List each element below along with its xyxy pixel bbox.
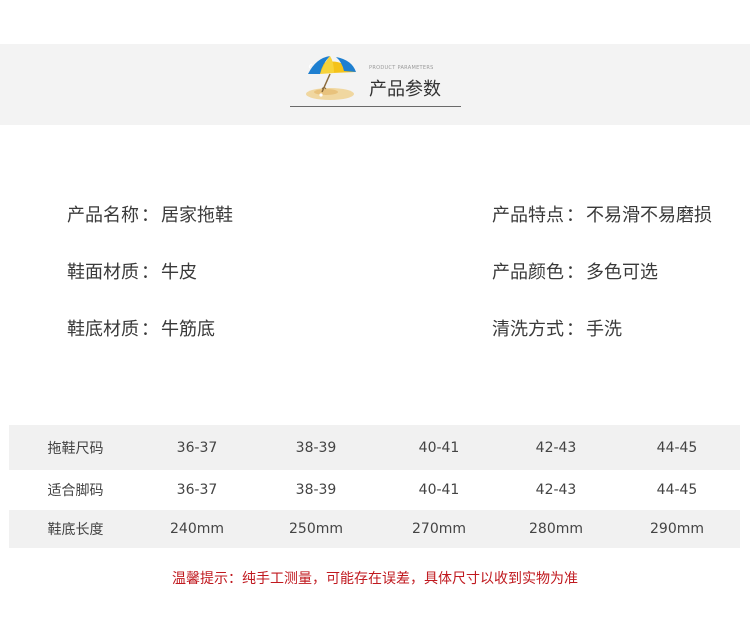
param-label: 鞋底材质	[67, 319, 139, 340]
param-label: 产品颜色	[492, 262, 564, 283]
table-cell: 36-37	[142, 425, 252, 470]
table-cell: 42-43	[498, 425, 614, 470]
param-separator: ：	[141, 205, 159, 226]
measurement-note: 温馨提示：纯手工测量，可能存在误差，具体尺寸以收到实物为准	[172, 571, 578, 587]
table-cell: 40-41	[380, 425, 498, 470]
param-separator: ：	[566, 262, 584, 283]
table-cell: 44-45	[614, 425, 740, 470]
row-header: 拖鞋尺码	[9, 425, 142, 470]
size-table: 拖鞋尺码 36-37 38-39 40-41 42-43 44-45 适合脚码 …	[9, 425, 740, 548]
param-product-name: 产品名称：居家拖鞋	[67, 201, 233, 227]
table-cell: 270mm	[380, 510, 498, 548]
param-color: 产品颜色：多色可选	[492, 258, 658, 284]
param-features: 产品特点：不易滑不易磨损	[492, 201, 712, 227]
param-upper-material: 鞋面材质：牛皮	[67, 258, 197, 284]
table-cell: 40-41	[418, 482, 460, 498]
row-header: 适合脚码	[47, 483, 104, 499]
table-cell: 38-39	[252, 425, 380, 470]
header-subtitle: PRODUCT PARAMETERS	[369, 65, 434, 71]
table-row: 拖鞋尺码 36-37 38-39 40-41 42-43 44-45	[9, 425, 740, 470]
table-row: 适合脚码 36-37 38-39 40-41 42-43 44-45	[9, 470, 740, 510]
row-header: 鞋底长度	[9, 510, 142, 548]
param-separator: ：	[141, 262, 159, 283]
beach-umbrella-icon	[306, 56, 356, 100]
table-cell: 290mm	[614, 510, 740, 548]
param-value: 不易滑不易磨损	[586, 205, 712, 226]
table-cell: 250mm	[252, 510, 380, 548]
param-washing: 清洗方式：手洗	[492, 315, 622, 341]
param-label: 产品名称	[67, 205, 139, 226]
table-cell: 36-37	[176, 482, 218, 498]
title-underline	[290, 106, 461, 107]
table-cell: 280mm	[498, 510, 614, 548]
param-separator: ：	[566, 319, 584, 340]
param-label: 鞋面材质	[67, 262, 139, 283]
param-value: 居家拖鞋	[161, 205, 233, 226]
param-value: 多色可选	[586, 262, 658, 283]
param-separator: ：	[566, 205, 584, 226]
table-cell: 240mm	[142, 510, 252, 548]
param-separator: ：	[141, 319, 159, 340]
table-cell: 38-39	[295, 482, 337, 498]
table-cell: 44-45	[656, 482, 698, 498]
table-cell: 42-43	[535, 482, 577, 498]
param-value: 牛皮	[161, 262, 197, 283]
param-label: 产品特点	[492, 205, 564, 226]
param-value: 牛筋底	[161, 319, 215, 340]
page-title: 产品参数	[369, 79, 441, 100]
header-band: PRODUCT PARAMETERS 产品参数	[0, 44, 750, 125]
param-value: 手洗	[586, 319, 622, 340]
param-sole-material: 鞋底材质：牛筋底	[67, 315, 215, 341]
table-row: 鞋底长度 240mm 250mm 270mm 280mm 290mm	[9, 510, 740, 548]
param-label: 清洗方式	[492, 319, 564, 340]
